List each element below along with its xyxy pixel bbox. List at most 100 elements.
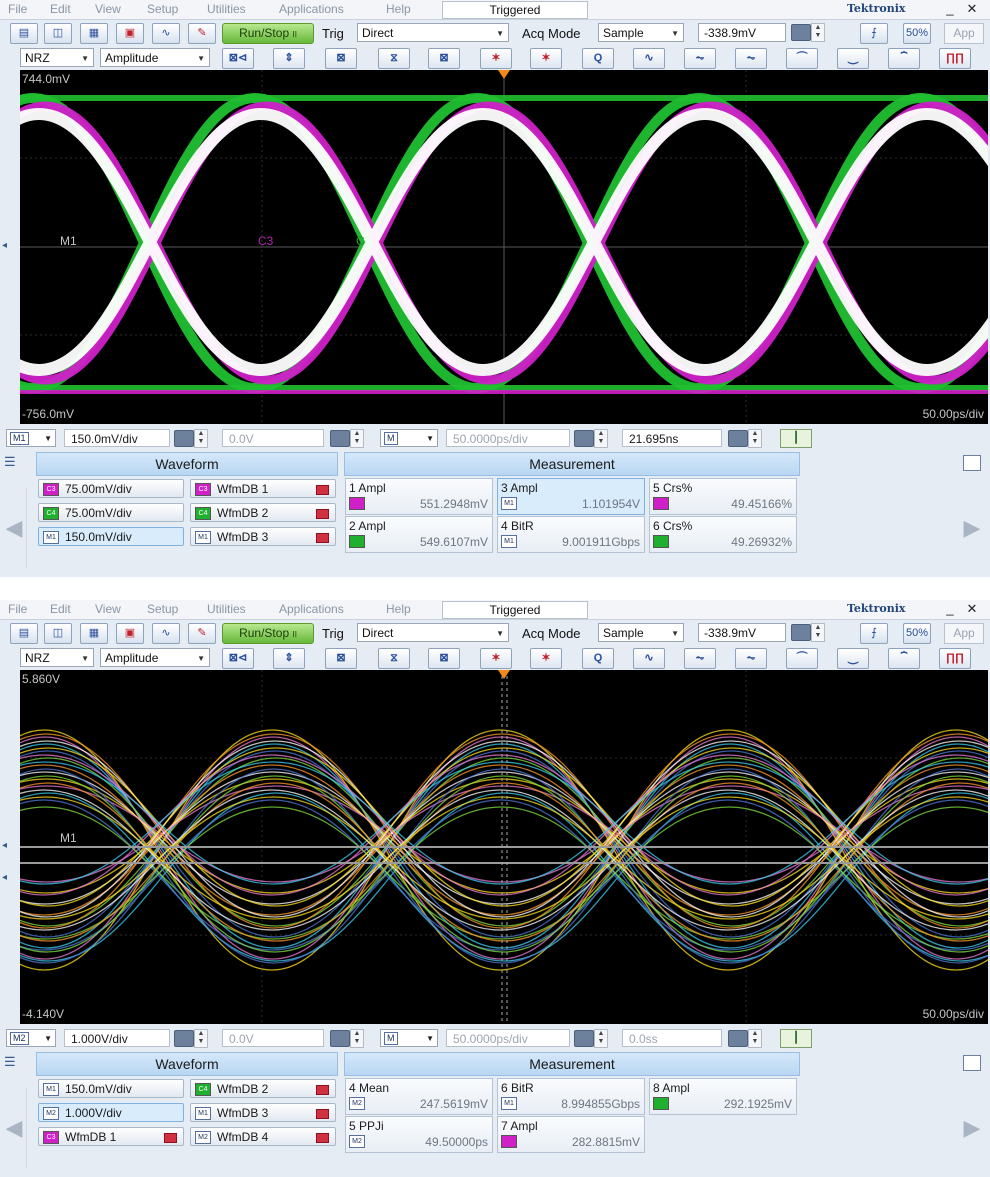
duty-cycle-icon[interactable]: ⏦ xyxy=(735,48,767,69)
jitter-pp-icon[interactable]: ✶ xyxy=(480,648,512,669)
scope-icon[interactable]: ◫ xyxy=(44,23,72,44)
horizontal-scale-field[interactable]: 50.0000ps/div xyxy=(446,1029,570,1047)
eye-width-icon[interactable]: ⧖ xyxy=(378,48,410,69)
offset-field[interactable]: 0.0V xyxy=(222,429,324,447)
eye-crossing-icon[interactable]: ⊠ xyxy=(325,48,357,69)
menu-view[interactable]: View xyxy=(95,2,121,16)
trigger-50pct-icon[interactable]: 50% xyxy=(903,623,931,644)
menu-setup[interactable]: Setup xyxy=(147,602,178,616)
pattern-select[interactable]: NRZ ▼ xyxy=(20,48,94,67)
pulse-width-icon[interactable]: ⏜ xyxy=(786,48,818,69)
trig-level-spinner[interactable]: ▲ ▼ xyxy=(791,623,825,642)
panel-prev-arrow[interactable]: ◀ xyxy=(2,1088,27,1168)
waveform-item[interactable]: C4 WfmDB 2 xyxy=(190,1079,336,1098)
measurement-card[interactable]: 4 BitR M1 9.001911Gbps xyxy=(497,516,645,553)
trig-source-select[interactable]: Direct ▼ xyxy=(357,23,509,42)
waveform-item[interactable]: C3 WfmDB 1 xyxy=(190,479,336,498)
keypad-icon[interactable] xyxy=(174,1030,194,1047)
menu-file[interactable]: File xyxy=(8,602,27,616)
horizontal-spinner[interactable]: ▲ ▼ xyxy=(574,429,608,448)
menu-edit[interactable]: Edit xyxy=(50,2,71,16)
scale-spinner[interactable]: ▲ ▼ xyxy=(174,1029,208,1048)
trig-level-spinner[interactable]: ▲ ▼ xyxy=(791,23,825,42)
position-spinner[interactable]: ▲ ▼ xyxy=(728,429,762,448)
main-timebase-select[interactable]: M ▼ xyxy=(380,429,438,447)
panel-undock-icon[interactable] xyxy=(963,1055,981,1071)
rise-time-icon[interactable]: ∿ xyxy=(633,48,665,69)
up-down-icon[interactable]: ▲ ▼ xyxy=(194,1029,208,1048)
keypad-icon[interactable] xyxy=(574,1030,594,1047)
keypad-icon[interactable] xyxy=(728,1030,748,1047)
measurement-card[interactable]: 7 Ampl 282.8815mV xyxy=(497,1116,645,1153)
offset-field[interactable]: 0.0V xyxy=(222,1029,324,1047)
waveform-display-2[interactable]: 5.860V -4.140V 50.00ps/div M1 xyxy=(20,670,988,1024)
offset-spinner[interactable]: ▲ ▼ xyxy=(330,429,364,448)
main-timebase-select[interactable]: M ▼ xyxy=(380,1029,438,1047)
waveform-item[interactable]: M1 150.0mV/div xyxy=(38,1079,184,1098)
keypad-icon[interactable] xyxy=(728,430,748,447)
channel-marker-icon[interactable]: ◂ xyxy=(2,840,7,851)
bit-pattern-icon[interactable]: ∏∏ xyxy=(939,48,971,69)
pulse-width-icon[interactable]: ⏜ xyxy=(786,648,818,669)
waveform-item[interactable]: C3 75.00mV/div xyxy=(38,479,184,498)
eye-height-icon[interactable]: ⇕ xyxy=(273,648,305,669)
jitter-pp-icon[interactable]: ✶ xyxy=(480,48,512,69)
default-setup-icon[interactable]: ▦ xyxy=(80,23,108,44)
menu-setup[interactable]: Setup xyxy=(147,2,178,16)
up-down-icon[interactable]: ▲ ▼ xyxy=(350,1029,364,1048)
cursor-tool-icon[interactable]: ✎ xyxy=(188,23,216,44)
eye-jitter-icon[interactable]: ⊠ xyxy=(428,648,460,669)
menu-edit[interactable]: Edit xyxy=(50,602,71,616)
q-factor-icon[interactable]: Q xyxy=(582,648,614,669)
app-button[interactable]: App xyxy=(944,23,984,44)
up-down-icon[interactable]: ▲ ▼ xyxy=(194,429,208,448)
cursor-tool-icon[interactable]: ✎ xyxy=(188,623,216,644)
panel-menu-icon[interactable]: ☰ xyxy=(4,1054,16,1070)
measurement-card[interactable]: 8 Ampl 292.1925mV xyxy=(649,1078,797,1115)
bit-pattern-icon[interactable]: ∏∏ xyxy=(939,648,971,669)
panel-prev-arrow[interactable]: ◀ xyxy=(2,488,27,568)
channel-marker-icon[interactable]: ◂ xyxy=(2,240,7,251)
horizontal-scale-field[interactable]: 50.0000ps/div xyxy=(446,429,570,447)
measurement-card[interactable]: 3 Ampl M1 1.101954V xyxy=(497,478,645,515)
menu-applications[interactable]: Applications xyxy=(279,602,344,616)
waveform-item[interactable]: M1 WfmDB 3 xyxy=(190,1103,336,1122)
eye-jitter-icon[interactable]: ⊠ xyxy=(428,48,460,69)
waveform-display-1[interactable]: 744.0mV -756.0mV 50.00ps/div M1 C3 C xyxy=(20,70,988,424)
position-spinner[interactable]: ▲ ▼ xyxy=(728,1029,762,1048)
edge-slope-icon[interactable]: ⨍ xyxy=(860,623,888,644)
keypad-icon[interactable] xyxy=(330,1030,350,1047)
eye-width-icon[interactable]: ⧖ xyxy=(378,648,410,669)
autoset-icon[interactable]: ▣ xyxy=(116,23,144,44)
measurement-card[interactable]: 5 Crs% 49.45166% xyxy=(649,478,797,515)
undershoot-icon[interactable]: ⏞ xyxy=(888,48,920,69)
eye-height-icon[interactable]: ⇕ xyxy=(273,48,305,69)
measurement-card[interactable]: 1 Ampl 551.2948mV xyxy=(345,478,493,515)
channel-marker-icon[interactable]: ◂ xyxy=(2,872,7,883)
eye-crossing-icon[interactable]: ⊠ xyxy=(325,648,357,669)
menu-help[interactable]: Help xyxy=(386,2,411,16)
measurement-card[interactable]: 5 PPJi M2 49.50000ps xyxy=(345,1116,493,1153)
up-down-icon[interactable]: ▲ ▼ xyxy=(748,1029,762,1048)
overshoot-icon[interactable]: ⏝ xyxy=(837,48,869,69)
menu-applications[interactable]: Applications xyxy=(279,2,344,16)
jitter-rms-icon[interactable]: ✶ xyxy=(530,648,562,669)
print-icon[interactable]: ▤ xyxy=(10,623,38,644)
keypad-icon[interactable] xyxy=(574,430,594,447)
scope-icon[interactable]: ◫ xyxy=(44,623,72,644)
eye-measure-icon[interactable]: ⊠⊲ xyxy=(222,48,254,69)
panel-next-arrow[interactable]: ▶ xyxy=(960,488,984,568)
minimize-icon[interactable]: _ xyxy=(942,1,958,17)
waveform-item[interactable]: C4 WfmDB 2 xyxy=(190,503,336,522)
up-down-icon[interactable]: ▲ ▼ xyxy=(811,623,825,642)
up-down-icon[interactable]: ▲ ▼ xyxy=(748,429,762,448)
measure-graph-icon[interactable]: ∿ xyxy=(152,23,180,44)
measurement-card[interactable]: 6 BitR M1 8.994855Gbps xyxy=(497,1078,645,1115)
vertical-scale-field[interactable]: 150.0mV/div xyxy=(64,429,170,447)
measurement-card[interactable]: 2 Ampl 549.6107mV xyxy=(345,516,493,553)
print-icon[interactable]: ▤ xyxy=(10,23,38,44)
keypad-icon[interactable] xyxy=(174,430,194,447)
waveform-item[interactable]: M1 150.0mV/div xyxy=(38,527,184,546)
measure-type-select[interactable]: Amplitude ▼ xyxy=(100,48,210,67)
default-setup-icon[interactable]: ▦ xyxy=(80,623,108,644)
